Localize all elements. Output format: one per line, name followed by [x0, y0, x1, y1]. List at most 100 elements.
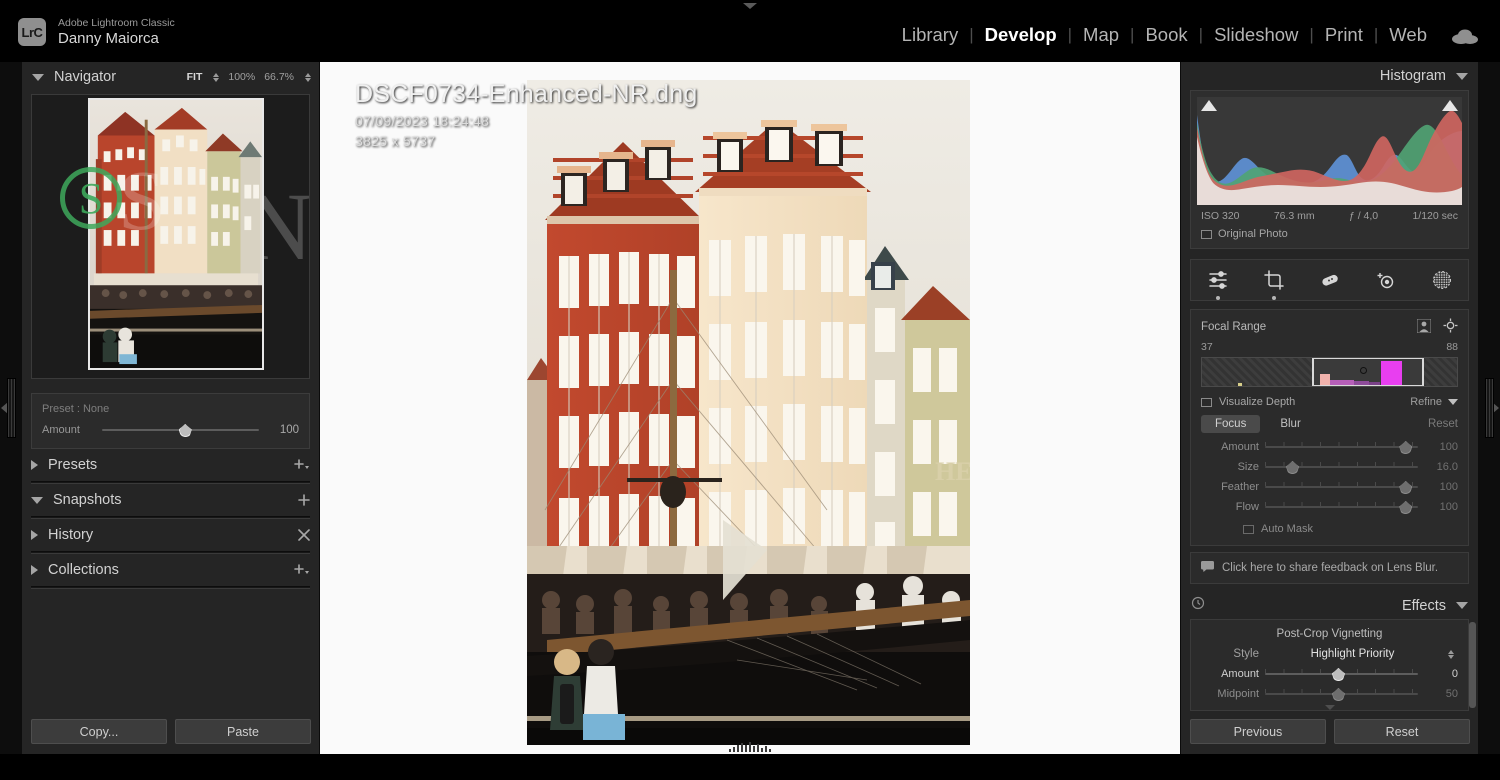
right-panel-collapse-gutter[interactable]	[1478, 62, 1500, 754]
navigator-header[interactable]: Navigator FIT 100% 66.7%	[22, 62, 319, 92]
lens-blur-size-slider[interactable]	[1265, 461, 1418, 474]
preset-amount-value[interactable]: 100	[265, 424, 299, 436]
shadow-clipping-icon[interactable]	[1201, 100, 1217, 111]
vignette-style-value[interactable]: Highlight Priority	[1259, 648, 1446, 660]
histogram-header[interactable]: Histogram	[1181, 62, 1478, 90]
histogram-disclosure-icon[interactable]	[1456, 72, 1468, 80]
lens-blur-size-value[interactable]: 16.0	[1424, 461, 1458, 473]
vignette-midpoint-slider[interactable]	[1265, 688, 1418, 701]
highlight-clipping-icon[interactable]	[1442, 100, 1458, 111]
auto-mask-checkbox[interactable]	[1243, 524, 1254, 534]
cloud-icon[interactable]	[1452, 27, 1478, 44]
right-panel-bottom-caret[interactable]	[1324, 705, 1335, 710]
module-slideshow[interactable]: Slideshow	[1203, 24, 1309, 46]
image-viewer[interactable]: DSCF0734-Enhanced-NR.dng 07/09/2023 18:2…	[320, 62, 1180, 754]
copy-button[interactable]: Copy...	[31, 719, 167, 744]
lens-blur-feedback-link[interactable]: Click here to share feedback on Lens Blu…	[1190, 552, 1469, 584]
depth-range-slider[interactable]	[1201, 357, 1458, 387]
zoom-fit-stepper-icon[interactable]	[213, 72, 220, 82]
refine-disclosure-icon[interactable]	[1448, 399, 1458, 405]
lens-blur-amount-slider[interactable]	[1265, 441, 1418, 454]
healing-brush-icon[interactable]	[1317, 267, 1343, 293]
left-panel-collapse-gutter[interactable]	[0, 62, 22, 754]
vignette-midpoint-label: Midpoint	[1217, 688, 1259, 700]
focus-button[interactable]: Focus	[1201, 415, 1261, 433]
lens-blur-feather-value[interactable]: 100	[1424, 481, 1458, 493]
depth-selection-bracket[interactable]	[1311, 358, 1424, 386]
clear-icon[interactable]	[298, 529, 310, 541]
module-print[interactable]: Print	[1314, 24, 1374, 46]
zoom-fit-option[interactable]: FIT	[187, 71, 203, 83]
preset-amount-slider[interactable]	[102, 424, 259, 437]
auto-mask-row[interactable]: Auto Mask	[1201, 523, 1458, 535]
reset-button[interactable]: Reset	[1334, 719, 1470, 744]
chevron-right-icon[interactable]	[31, 530, 38, 540]
vignette-midpoint-row[interactable]: Midpoint 50	[1201, 688, 1458, 701]
add-icon[interactable]	[294, 459, 310, 471]
histogram-graph[interactable]	[1197, 97, 1462, 205]
focus-target-icon[interactable]	[1443, 318, 1458, 336]
lens-blur-feather-row[interactable]: Feather 100	[1201, 481, 1458, 494]
sidebar-item-presets[interactable]: Presets	[31, 449, 310, 481]
chevron-right-icon[interactable]	[31, 565, 38, 575]
visualize-depth-row[interactable]: Visualize Depth Refine	[1201, 396, 1458, 408]
refine-label[interactable]: Refine	[1410, 396, 1442, 408]
focal-range-label: Focal Range	[1201, 321, 1267, 333]
add-icon[interactable]	[294, 564, 310, 576]
lens-blur-flow-slider[interactable]	[1265, 501, 1418, 514]
module-book[interactable]: Book	[1134, 24, 1198, 46]
depth-bar-segment	[1237, 383, 1242, 386]
module-web[interactable]: Web	[1378, 24, 1438, 46]
sidebar-item-snapshots[interactable]: Snapshots	[31, 484, 310, 516]
top-panel-toggle-caret[interactable]	[743, 3, 757, 9]
crop-icon[interactable]	[1261, 267, 1287, 300]
module-map[interactable]: Map	[1072, 24, 1130, 46]
sidebar-item-collections[interactable]: Collections	[31, 554, 310, 586]
lens-blur-flow-row[interactable]: Flow 100	[1201, 501, 1458, 514]
focal-range-min[interactable]: 37	[1201, 341, 1213, 353]
chevron-down-icon[interactable]	[31, 496, 43, 504]
sidebar-item-history[interactable]: History	[31, 519, 310, 551]
navigator-thumbnail[interactable]	[88, 98, 264, 370]
effects-visibility-icon[interactable]	[1191, 596, 1205, 615]
original-photo-row[interactable]: Original Photo	[1197, 224, 1462, 242]
masking-icon[interactable]	[1429, 267, 1455, 293]
edit-sliders-icon[interactable]	[1205, 267, 1231, 300]
previous-button[interactable]: Previous	[1190, 719, 1326, 744]
subject-portrait-icon[interactable]	[1416, 318, 1432, 336]
visualize-depth-checkbox[interactable]	[1201, 397, 1212, 407]
filmstrip-indicator[interactable]	[729, 742, 771, 752]
effects-header[interactable]: Effects	[1181, 590, 1478, 619]
module-develop[interactable]: Develop	[974, 24, 1068, 46]
left-gutter-grip[interactable]	[7, 378, 16, 438]
right-gutter-grip[interactable]	[1485, 378, 1494, 438]
lens-blur-flow-value[interactable]: 100	[1424, 501, 1458, 513]
navigator-disclosure-icon[interactable]	[32, 73, 44, 81]
effects-disclosure-icon[interactable]	[1456, 602, 1468, 609]
lens-blur-feather-slider[interactable]	[1265, 481, 1418, 494]
zoom-custom-stepper-icon[interactable]	[305, 72, 311, 82]
lens-blur-reset-link[interactable]: Reset	[1428, 418, 1458, 430]
vignette-amount-row[interactable]: Amount 0	[1201, 668, 1458, 681]
vignette-style-stepper-icon[interactable]	[1448, 649, 1454, 659]
module-library[interactable]: Library	[891, 24, 970, 46]
chevron-right-icon[interactable]	[31, 460, 38, 470]
vignette-midpoint-value[interactable]: 50	[1424, 688, 1458, 700]
original-photo-checkbox[interactable]	[1201, 229, 1212, 239]
vignette-amount-slider[interactable]	[1265, 668, 1418, 681]
red-eye-icon[interactable]	[1373, 267, 1399, 293]
right-panel-scrollbar[interactable]	[1469, 622, 1476, 708]
lens-blur-size-row[interactable]: Size 16.0	[1201, 461, 1458, 474]
vignette-style-row[interactable]: Style Highlight Priority	[1201, 648, 1458, 660]
vignette-amount-value[interactable]: 0	[1424, 668, 1458, 680]
plus-icon[interactable]	[298, 494, 310, 506]
photo-canvas[interactable]: HEER	[527, 80, 970, 745]
zoom-custom-option[interactable]: 66.7%	[264, 71, 294, 83]
paste-button[interactable]: Paste	[175, 719, 311, 744]
zoom-100-option[interactable]: 100%	[228, 71, 255, 83]
lens-blur-amount-row[interactable]: Amount 100	[1201, 441, 1458, 454]
blur-button[interactable]: Blur	[1266, 415, 1314, 433]
lens-blur-amount-value[interactable]: 100	[1424, 441, 1458, 453]
navigator-thumbnail-area[interactable]: N S S	[31, 94, 310, 379]
focal-range-max[interactable]: 88	[1446, 341, 1458, 353]
